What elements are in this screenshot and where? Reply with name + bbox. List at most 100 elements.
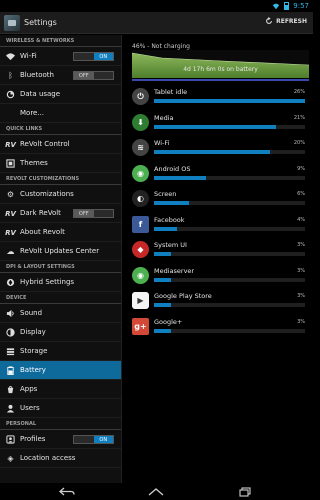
- sidebar-item-revolt-control[interactable]: RV ReVolt Control: [0, 135, 121, 154]
- sidebar-item-dark-revolt[interactable]: RV Dark ReVolt OFF: [0, 204, 121, 223]
- section-header-personal: PERSONAL: [0, 418, 121, 430]
- media-download-icon: ⬇: [132, 113, 149, 131]
- facebook-icon: f: [132, 215, 149, 233]
- graph-baseline: [132, 79, 309, 81]
- bluetooth-toggle[interactable]: OFF: [73, 71, 114, 80]
- usage-row[interactable]: ⬇ Media 21%: [132, 112, 309, 136]
- usage-row[interactable]: f Facebook 4%: [132, 214, 309, 238]
- sidebar-item-hybrid-settings[interactable]: Hybrid Settings: [0, 273, 121, 292]
- toggle-off-part: OFF: [74, 72, 94, 79]
- location-icon: ◈: [7, 454, 14, 463]
- section-header-revolt-customizations: REVOLT CUSTOMIZATIONS: [0, 173, 121, 185]
- battery-status: 46% - Not charging: [132, 43, 190, 50]
- sidebar-item-sound[interactable]: Sound: [0, 304, 121, 323]
- wifi-toggle[interactable]: ON: [73, 52, 114, 61]
- time-on-battery-label: 4d 17h 6m 0s on battery: [183, 66, 258, 73]
- sidebar-item-label: Users: [20, 404, 40, 412]
- sidebar-item-label: Battery: [20, 366, 46, 374]
- cloud-icon: ☁: [6, 247, 15, 256]
- sidebar-item-customizations[interactable]: ⚙ Customizations: [0, 185, 121, 204]
- sidebar-item-label: Wi-Fi: [20, 52, 37, 60]
- usage-bar-fill: [154, 201, 189, 205]
- usage-row[interactable]: g+ Google+ 3%: [132, 316, 309, 340]
- usage-percent: 3%: [297, 242, 305, 248]
- themes-icon: [6, 159, 15, 168]
- sidebar-item-apps[interactable]: Apps: [0, 380, 121, 399]
- sidebar-item-label: Sound: [20, 309, 43, 317]
- settings-app-icon[interactable]: [4, 15, 20, 31]
- sidebar-item-profiles[interactable]: Profiles ON: [0, 430, 121, 449]
- sidebar-item-display[interactable]: Display: [0, 323, 121, 342]
- sidebar-item-storage[interactable]: Storage: [0, 342, 121, 361]
- revolt-icon: RV: [5, 209, 16, 218]
- recent-apps-button[interactable]: [234, 486, 256, 497]
- usage-row[interactable]: ◆ System UI 3%: [132, 239, 309, 263]
- recent-apps-icon: [239, 486, 251, 497]
- sidebar-item-label: Dark ReVolt: [20, 209, 61, 217]
- battery-icon: [6, 366, 15, 375]
- sidebar-item-label: ReVolt Control: [20, 140, 70, 148]
- usage-row[interactable]: ◉ Android OS 9%: [132, 163, 309, 187]
- battery-history-graph[interactable]: [132, 50, 309, 78]
- sidebar-item-label: Display: [20, 328, 46, 336]
- usage-row[interactable]: ◐ Screen 6%: [132, 188, 309, 212]
- usage-row[interactable]: ◉ Mediaserver 3%: [132, 265, 309, 289]
- android-icon: ◆: [132, 241, 149, 258]
- sidebar-item-wifi[interactable]: Wi-Fi ON: [0, 47, 121, 66]
- back-icon: [59, 487, 75, 495]
- status-bar: 9:57: [0, 0, 313, 12]
- wifi-icon: [6, 52, 15, 61]
- sidebar-item-data-usage[interactable]: Data usage: [0, 85, 121, 104]
- usage-percent: 4%: [297, 216, 305, 223]
- sidebar-item-battery[interactable]: Battery: [0, 361, 121, 380]
- usage-name: Screen: [154, 190, 177, 198]
- usage-bar-fill: [154, 150, 271, 154]
- toggle-on-part: [94, 72, 114, 79]
- sidebar-item-themes[interactable]: Themes: [0, 154, 121, 173]
- sidebar-item-revolt-updates[interactable]: ☁ ReVolt Updates Center: [0, 242, 121, 261]
- home-icon: [148, 487, 164, 495]
- revolt-icon: RV: [5, 140, 16, 149]
- usage-name: Mediaserver: [154, 266, 195, 275]
- usage-bar-track: [154, 124, 305, 129]
- usage-bar-track: [154, 99, 305, 103]
- google-plus-icon: g+: [132, 317, 149, 335]
- home-button[interactable]: [145, 486, 167, 497]
- usage-row[interactable]: ▶ Google Play Store 3%: [132, 290, 309, 314]
- usage-row[interactable]: ≋ Wi-Fi 20%: [132, 137, 309, 161]
- battery-indicator-icon: [284, 2, 290, 10]
- usage-name: Android OS: [154, 164, 191, 173]
- back-button[interactable]: [56, 486, 78, 497]
- sidebar-item-label: Bluetooth: [20, 71, 54, 79]
- sidebar-item-label: Profiles: [20, 435, 46, 443]
- sidebar-item-label: Location access: [20, 454, 76, 462]
- dark-revolt-toggle[interactable]: OFF: [73, 209, 114, 218]
- brightness-icon: ◐: [132, 190, 149, 207]
- refresh-button[interactable]: REFRESH: [265, 17, 307, 25]
- sidebar-item-label: Customizations: [20, 190, 74, 198]
- toggle-off-part: OFF: [74, 210, 94, 217]
- usage-name: Google+: [154, 317, 183, 326]
- sidebar-item-more[interactable]: More...: [0, 104, 121, 123]
- usage-row[interactable]: ⏻ Tablet idle 26%: [132, 86, 309, 110]
- usage-bar-track: [154, 175, 305, 180]
- usage-bar-fill: [154, 252, 172, 256]
- sidebar-item-label: Themes: [20, 159, 48, 167]
- refresh-icon: [266, 17, 273, 24]
- usage-percent: 26%: [293, 89, 305, 95]
- usage-percent: 9%: [297, 165, 305, 172]
- sidebar-item-bluetooth[interactable]: ᛒ Bluetooth OFF: [0, 66, 121, 85]
- profiles-toggle[interactable]: ON: [73, 435, 114, 444]
- usage-bar-track: [154, 150, 305, 154]
- page-title: Settings: [24, 18, 57, 27]
- usage-name: Media: [154, 113, 174, 122]
- wifi-icon: ≋: [132, 139, 149, 156]
- sidebar-item-location-access[interactable]: ◈ Location access: [0, 449, 121, 468]
- usage-percent: 3%: [297, 267, 305, 274]
- usage-bar-track: [154, 277, 305, 282]
- sidebar-item-label: Hybrid Settings: [20, 278, 75, 286]
- speaker-icon: [6, 309, 15, 318]
- sidebar-item-about-revolt[interactable]: RV About Revolt: [0, 223, 121, 242]
- revolt-icon: RV: [5, 228, 16, 237]
- sidebar-item-users[interactable]: Users: [0, 399, 121, 418]
